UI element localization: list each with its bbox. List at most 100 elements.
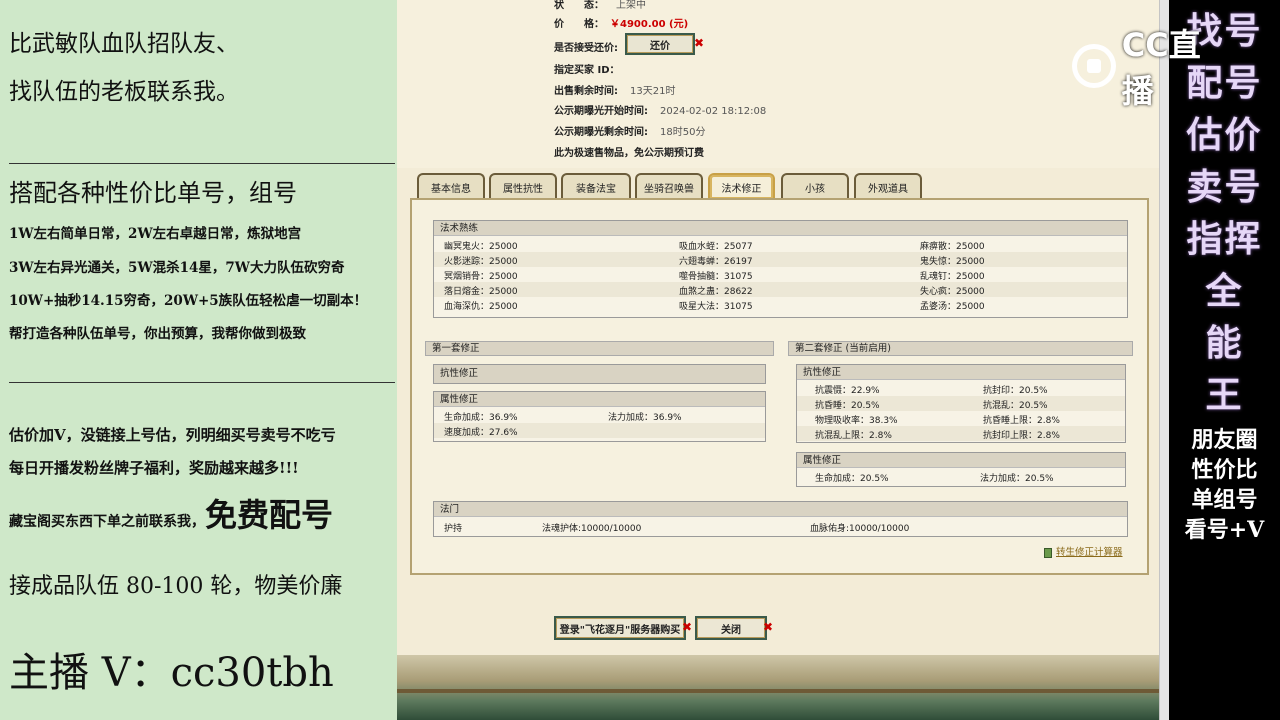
stat-cell: 六翅毒蝉：26197 [679,257,753,267]
section-title: 抗性修正 [434,365,765,383]
cc-live-logo: CC直播 [1072,26,1232,110]
stat-cell: 法力加成：20.5% [980,474,1054,484]
section-title: 属性修正 [797,453,1125,468]
combo-item: 1W左右简单日常，2W左右卓越日常，炼狱地宫 [9,226,302,242]
stat-cell: 速度加成：27.6% [444,428,518,438]
section-title: 属性修正 [434,392,765,407]
set1-attr-section: 属性修正 生命加成：36.9% 法力加成：36.9% 速度加成：27.6% [433,391,766,442]
stat-cell: 乱魂钉：25000 [920,272,985,282]
stat-cell: 冥烟销骨：25000 [444,272,518,282]
public-start-row: 公示期曝光开始时间: 2024-02-02 18:12:08 [554,106,767,117]
banner-small-line: 朋友圈 [1191,427,1258,453]
faman-cell: 血脉佑身:10000/10000 [810,524,910,534]
banner-small-line: 看号+V [1184,517,1265,543]
cc-logo-icon [1072,44,1116,88]
table-row [434,237,1127,252]
tab-spell-correction[interactable]: 法术修正 [708,173,775,199]
tab-child[interactable]: 小孩 [781,173,849,199]
close-icon[interactable]: ✖ [763,620,773,634]
banner-line: 全 [1205,270,1244,312]
tab-attr-resist[interactable]: 属性抗性 [489,173,557,199]
banner-small-line: 单组号 [1191,487,1258,513]
faman-cell: 法魂护体:10000/10000 [542,524,642,534]
streamer-ad-panel: 比武敏队血队招队友、 找队伍的老板联系我。 搭配各种性价比单号，组号 1W左右简… [0,0,397,720]
stat-cell: 孟婆汤：25000 [920,302,985,312]
buyer-row: 指定买家 ID： [554,65,620,76]
stat-cell: 噬骨抽髓：31075 [679,272,753,282]
stat-cell: 血海深仇：25000 [444,302,518,312]
banner-line: 王 [1205,374,1244,416]
stat-cell: 抗震慑：22.9% [815,386,880,396]
item-info-section: 状 态： 上架中 价 格： ￥4900.00 (元) 是否接受还价: 还价 ✖ 指定… [397,0,1159,168]
treasure-prefix: 藏宝阁买东西下单之前联系我， [9,514,205,530]
stat-cell: 抗封印：20.5% [983,386,1048,396]
game-item-window: 状 态： 上架中 价 格： ￥4900.00 (元) 是否接受还价: 还价 ✖ 指定… [397,0,1159,720]
banner-line: 估价 [1186,114,1263,156]
table-row [434,282,1127,297]
table-row [434,267,1127,282]
login-buy-button[interactable]: 登录"飞花逐月"服务器购买 [554,616,686,640]
table-row [434,297,1127,312]
banner-line: 能 [1205,322,1244,364]
free-match-highlight: 免费配号 [205,496,334,534]
banner-small-line: 性价比 [1191,457,1258,483]
price-value: ￥4900.00 (元) [610,19,689,30]
combo-item: 帮打造各种队伍单号，你出预算，我帮你做到极致 [9,326,306,342]
divider [9,382,395,383]
stat-cell: 血煞之蛊：28622 [679,287,753,297]
estimate-line: 估价加V，没链接上号估，列明细买号卖号不吃亏 [9,426,336,444]
combo-item: 10W+抽秒14.15穷奇，20W+5族队伍轻松虐一切副本！ [9,293,368,309]
magic-proficiency-section: 法术熟练 幽冥鬼火：25000 吸血水蛭：25077 麻痹散：25000 火影迷踪：2… [433,220,1128,318]
host-contact: 主播 V：cc30tbh [9,650,334,696]
price-row: 价 格： ￥4900.00 (元) [554,19,689,30]
section-title: 法术熟练 [434,221,1127,236]
stat-cell: 吸血水蛭：25077 [679,242,753,252]
bargain-button[interactable]: 还价 [625,33,695,55]
fast-sale-note: 此为极速售物品，免公示期预订费 [554,148,704,159]
tab-mount-summon[interactable]: 坐骑召唤兽 [635,173,703,199]
status-row: 状 态： 上架中 [554,0,646,11]
stat-cell: 抗昏睡：20.5% [815,401,880,411]
close-button[interactable]: 关闭 [695,616,767,640]
stat-cell: 火影迷踪：25000 [444,257,518,267]
set2-resist-section: 抗性修正 抗震慑：22.9% 抗封印：20.5% 抗昏睡：20.5% 抗混乱：20.5… [796,364,1126,443]
faman-cell: 护持 [444,524,463,534]
stat-cell: 物理吸收率：38.3% [815,416,898,426]
team-line: 接成品队伍 80-100 轮，物美价廉 [9,574,343,599]
section-title: 抗性修正 [797,365,1125,380]
tab-basic-info[interactable]: 基本信息 [417,173,485,199]
combo-title: 搭配各种性价比单号，组号 [9,179,297,207]
section-title: 法门 [434,502,1127,517]
recruit-line-1: 比武敏队血队招队友、 [9,31,239,57]
stat-cell: 麻痹散：25000 [920,242,985,252]
faman-section: 法门 护持 法魂护体:10000/10000 血脉佑身:10000/10000 [433,501,1128,537]
divider [9,163,395,164]
stat-cell: 幽冥鬼火：25000 [444,242,518,252]
close-icon[interactable]: ✖ [682,620,692,634]
calculator-link[interactable]: 转生修正计算器 [1044,544,1123,558]
bargain-row: 是否接受还价: [554,43,618,54]
table-row [434,252,1127,267]
banner-line: 指挥 [1186,218,1263,260]
stat-cell: 生命加成：20.5% [815,474,889,484]
decorative-footer [397,655,1159,720]
calculator-icon [1044,547,1052,558]
set1-title: 第一套修正 [425,341,774,356]
stat-cell: 抗混乱：20.5% [983,401,1048,411]
banner-line: 卖号 [1186,166,1263,208]
stat-cell: 鬼失惊：25000 [920,257,985,267]
remain-row: 出售剩余时间: 13天21时 [554,86,676,97]
stat-cell: 落日熔金：25000 [444,287,518,297]
tab-equipment[interactable]: 装备法宝 [561,173,631,199]
tab-appearance[interactable]: 外观道具 [854,173,922,199]
stat-cell: 抗封印上限：2.8% [983,431,1060,441]
close-icon[interactable]: ✖ [694,36,704,50]
stat-cell: 抗混乱上限：2.8% [815,431,892,441]
treasure-line: 藏宝阁买东西下单之前联系我，免费配号 [9,490,333,536]
combo-item: 3W左右异光通关，5W混杀14星，7W大力队伍砍穷奇 [9,260,345,276]
stat-cell: 抗昏睡上限：2.8% [983,416,1060,426]
set1-resist-section: 抗性修正 [433,364,766,384]
spell-correction-panel: 法术熟练 幽冥鬼火：25000 吸血水蛭：25077 麻痹散：25000 火影迷踪：2… [410,198,1149,575]
stat-cell: 生命加成：36.9% [444,413,518,423]
stat-cell: 法力加成：36.9% [608,413,682,423]
